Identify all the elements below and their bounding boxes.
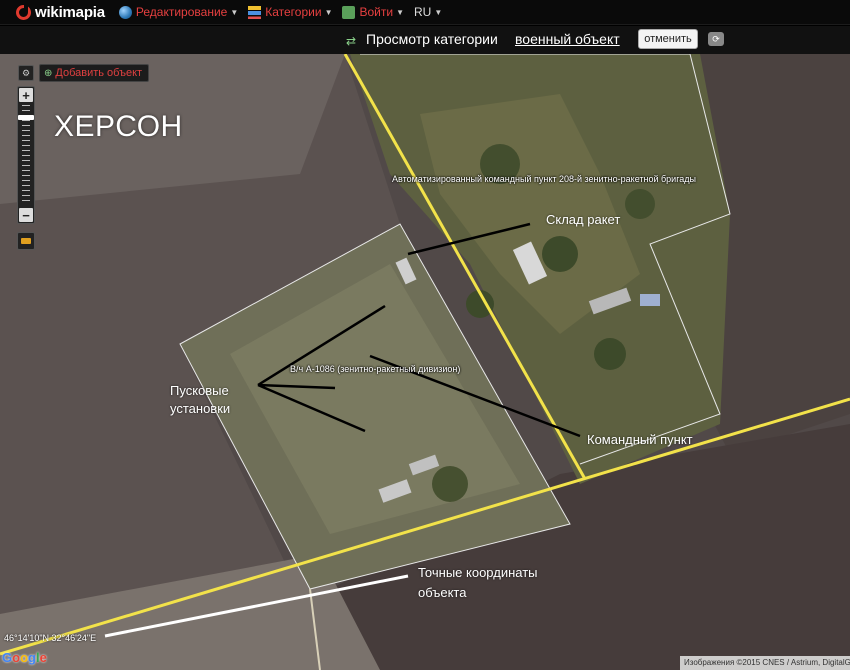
annotation-missile-depot: Склад ракет	[546, 212, 621, 227]
object-label-command-post[interactable]: Автоматизированный командный пункт 208-й…	[392, 174, 696, 184]
category-bar: ⇄ Просмотр категории военный объект отме…	[0, 26, 850, 54]
category-title: Просмотр категории	[366, 31, 498, 47]
menu-edit-label: Редактирование	[135, 5, 228, 19]
add-pin-icon: ⊕	[44, 67, 53, 79]
wikimapia-logo-icon	[16, 3, 31, 20]
top-bar: wikimapia Редактирование ▼ Категории ▼ В…	[0, 0, 850, 25]
trees	[594, 338, 626, 370]
chevron-down-icon: ▼	[434, 7, 443, 17]
trees	[432, 466, 468, 502]
menu-categories[interactable]: Категории ▼	[248, 5, 332, 19]
satellite-map[interactable]: ХЕРСОН Автоматизированный командный пунк…	[0, 54, 850, 670]
menu-login-label: Войти	[359, 5, 394, 19]
refresh-icon[interactable]: ⟳	[708, 32, 724, 46]
google-logo-letter: g	[28, 650, 36, 665]
google-logo-letter: o	[20, 650, 29, 665]
categories-icon	[248, 5, 262, 19]
imagery-credits[interactable]: Изображения ©2015 CNES / Astrium, Digita…	[680, 656, 850, 670]
category-link[interactable]: военный объект	[515, 31, 620, 47]
zoom-ticks	[22, 105, 30, 205]
menu-language[interactable]: RU ▼	[414, 5, 442, 19]
google-logo-letter: o	[12, 650, 21, 665]
city-label: ХЕРСОН	[54, 110, 183, 143]
annotation-launchers-line2: установки	[170, 401, 231, 416]
category-icon: ⇄	[346, 34, 357, 48]
zoom-slider[interactable]: + −	[17, 86, 35, 224]
annotation-exact-coords-line1: Точные координаты	[418, 565, 538, 580]
cancel-button[interactable]: отменить	[638, 29, 698, 49]
add-object-label: Добавить объект	[55, 67, 143, 79]
chevron-down-icon: ▼	[230, 7, 239, 17]
wikimapia-logo[interactable]: wikimapia	[16, 3, 105, 21]
menu-language-label: RU	[414, 5, 432, 19]
trees	[542, 236, 578, 272]
coordinates-readout: 46°14'10"N 32°46'24"E	[4, 633, 97, 643]
menu-categories-label: Категории	[265, 5, 322, 19]
google-logo-letter: e	[39, 650, 47, 665]
google-logo[interactable]: Google	[2, 650, 47, 665]
settings-icon[interactable]: ⚙	[18, 65, 34, 81]
building	[640, 294, 660, 306]
layers-icon[interactable]	[17, 232, 35, 250]
globe-icon	[118, 5, 132, 19]
zoom-out-button[interactable]: −	[19, 208, 33, 223]
add-object-button[interactable]: ⊕ Добавить объект	[39, 64, 150, 82]
chevron-down-icon: ▼	[396, 7, 404, 17]
menu-edit[interactable]: Редактирование ▼	[118, 5, 239, 19]
logo-text: wikimapia	[35, 3, 105, 21]
chevron-down-icon: ▼	[324, 7, 333, 17]
object-label-unit[interactable]: В/ч А-1086 (зенитно-ракетный дивизион)	[290, 364, 460, 374]
menu-login[interactable]: Войти ▼	[342, 5, 404, 19]
annotation-launchers-line1: Пусковые	[170, 383, 229, 398]
zoom-in-button[interactable]: +	[19, 88, 33, 103]
trees	[625, 189, 655, 219]
annotation-command-point: Командный пункт	[587, 432, 693, 447]
annotation-exact-coords-line2: объекта	[418, 585, 467, 600]
login-icon	[342, 5, 356, 19]
google-logo-letter: G	[2, 650, 13, 665]
zoom-handle[interactable]	[18, 115, 34, 120]
